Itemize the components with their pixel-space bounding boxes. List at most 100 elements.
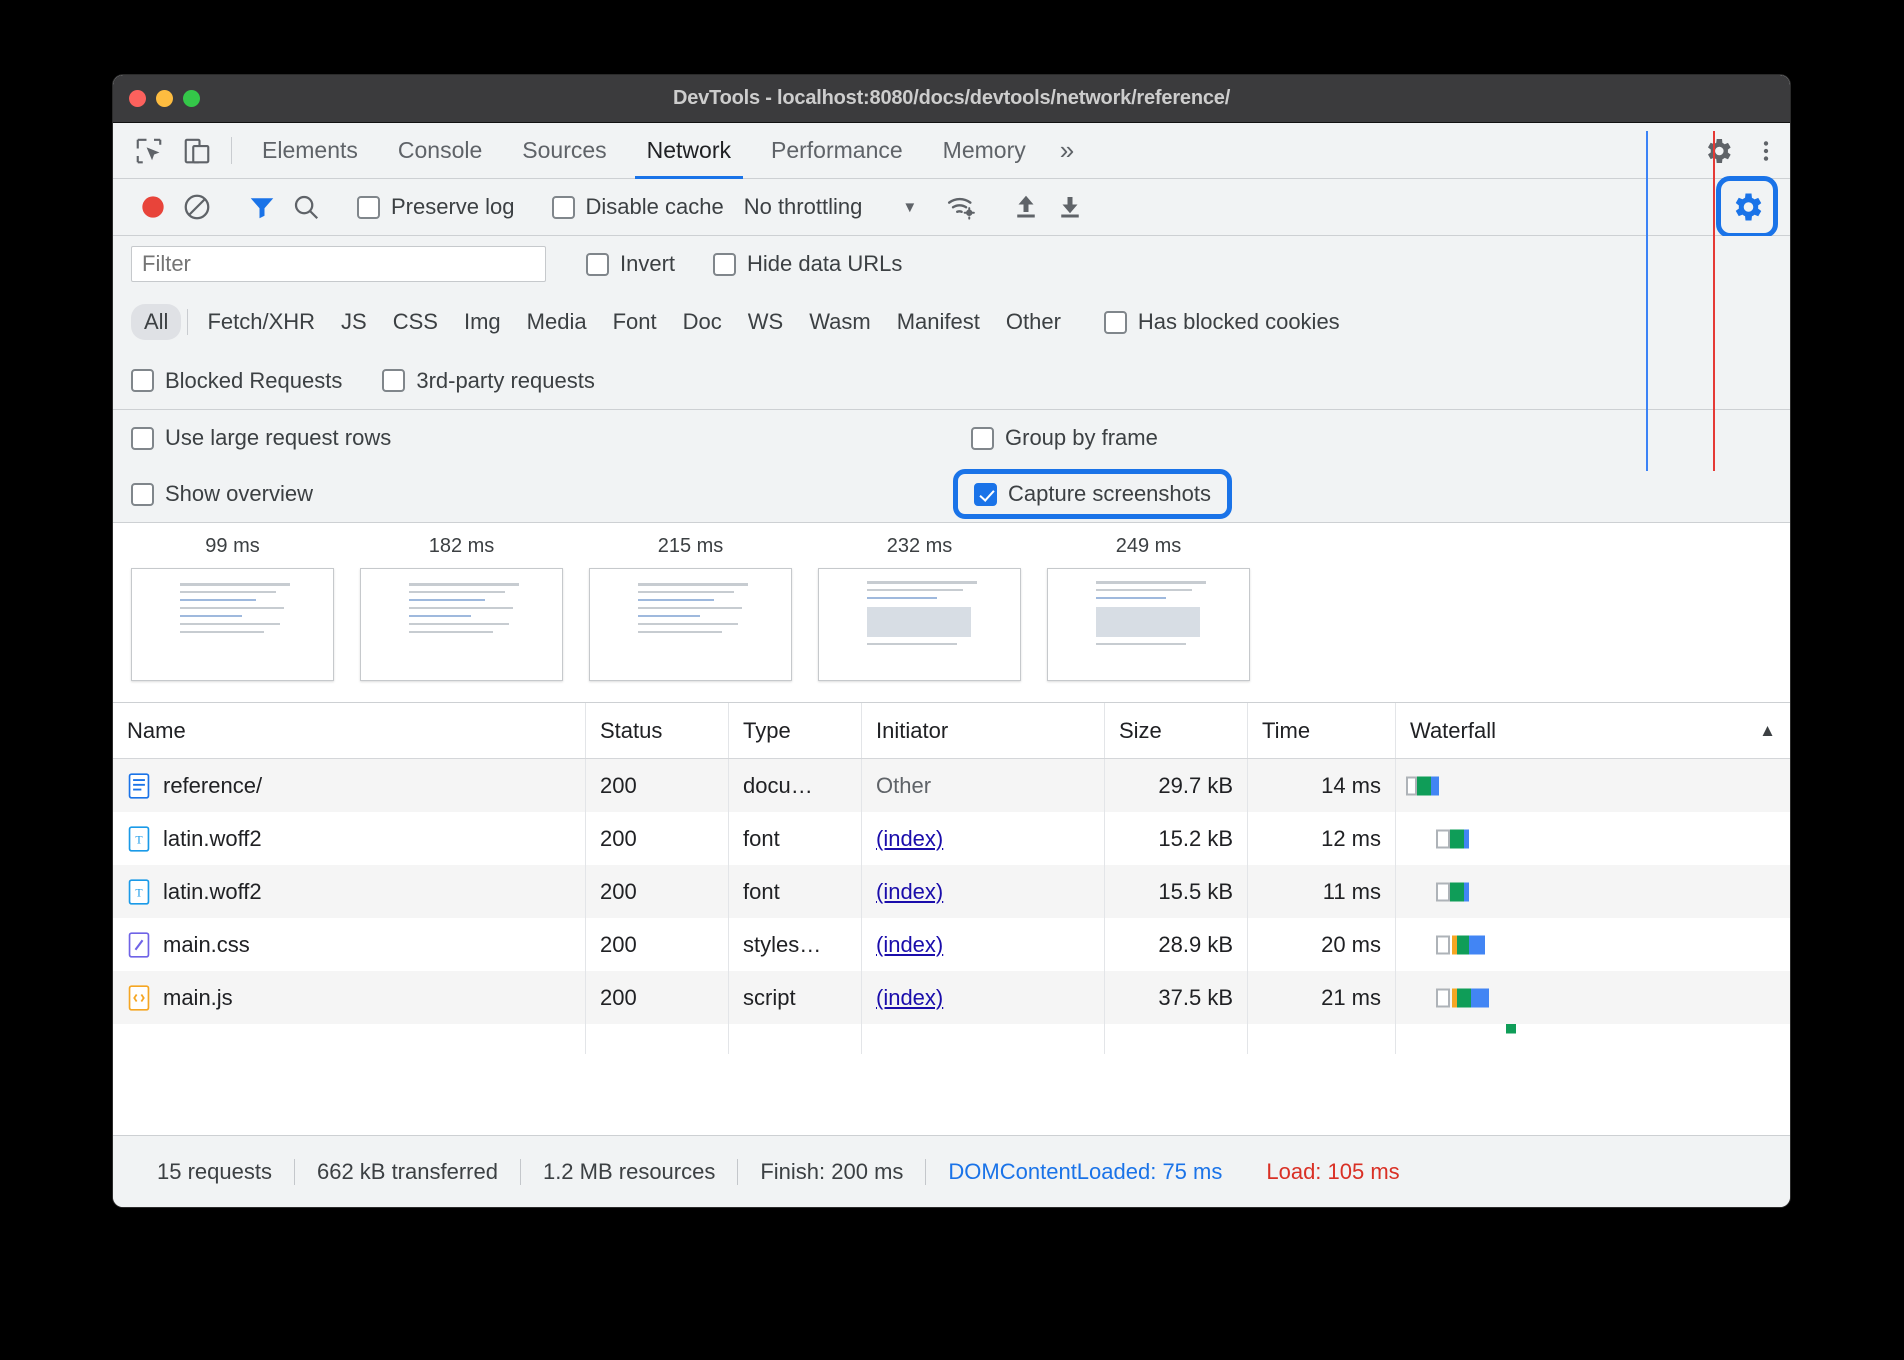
hide-data-urls-label: Hide data URLs (747, 251, 902, 277)
table-row[interactable]: main.js 200 script (index) 37.5 kB 21 ms (113, 971, 1790, 1024)
group-by-frame-checkbox[interactable]: Group by frame (971, 425, 1158, 451)
cell-status: 200 (586, 971, 729, 1024)
initiator-link[interactable]: (index) (876, 932, 943, 958)
checkbox-box (1104, 311, 1127, 334)
preserve-log-checkbox[interactable]: Preserve log (357, 194, 515, 220)
cell-type: docu… (729, 759, 862, 812)
cell-status: 200 (586, 812, 729, 865)
initiator-link[interactable]: (index) (876, 985, 943, 1011)
filmstrip-thumbnail[interactable] (131, 568, 334, 681)
maximize-window-button[interactable] (183, 90, 200, 107)
column-header-name[interactable]: Name (113, 703, 586, 758)
status-domcontentloaded: DOMContentLoaded: 75 ms (926, 1159, 1244, 1185)
type-filter-ws[interactable]: WS (735, 304, 796, 340)
import-har-icon[interactable] (1004, 185, 1048, 229)
type-filter-wasm[interactable]: Wasm (796, 304, 884, 340)
type-filter-js[interactable]: JS (328, 304, 380, 340)
show-overview-checkbox[interactable]: Show overview (131, 481, 971, 507)
initiator-link[interactable]: (index) (876, 826, 943, 852)
tab-elements[interactable]: Elements (242, 123, 378, 178)
search-icon[interactable] (284, 185, 328, 229)
request-name: main.css (163, 932, 250, 958)
third-party-requests-checkbox[interactable]: 3rd-party requests (382, 368, 595, 394)
type-filter-fetch-xhr[interactable]: Fetch/XHR (194, 304, 328, 340)
type-filter-css[interactable]: CSS (380, 304, 451, 340)
initiator-link[interactable]: (index) (876, 879, 943, 905)
devtools-window: DevTools - localhost:8080/docs/devtools/… (113, 75, 1790, 1207)
checkbox-box (552, 196, 575, 219)
tab-console[interactable]: Console (378, 123, 502, 178)
window-titlebar: DevTools - localhost:8080/docs/devtools/… (113, 75, 1790, 123)
has-blocked-cookies-checkbox[interactable]: Has blocked cookies (1104, 309, 1340, 335)
checkbox-box (131, 369, 154, 392)
type-filter-manifest[interactable]: Manifest (884, 304, 993, 340)
checkbox-box (131, 427, 154, 450)
svg-text:T: T (135, 885, 143, 899)
type-filter-doc[interactable]: Doc (670, 304, 735, 340)
filmstrip-frame[interactable]: 99 ms (131, 535, 334, 681)
filmstrip-frame[interactable]: 215 ms (589, 535, 792, 681)
capture-screenshots-highlight: Capture screenshots (953, 469, 1232, 519)
settings-col-left-1: Use large request rows (131, 425, 971, 451)
filmstrip-thumbnail[interactable] (360, 568, 563, 681)
checkbox-box (971, 427, 994, 450)
cell-size (1105, 1024, 1248, 1054)
column-header-time[interactable]: Time (1248, 703, 1396, 758)
cell-type: font (729, 865, 862, 918)
filter-funnel-icon[interactable] (240, 185, 284, 229)
table-row[interactable]: main.css 200 styles… (index) 28.9 kB 20 … (113, 918, 1790, 971)
filmstrip-frame[interactable]: 232 ms (818, 535, 1021, 681)
column-header-type[interactable]: Type (729, 703, 862, 758)
column-header-waterfall[interactable]: Waterfall ▲ (1396, 703, 1790, 758)
column-header-size[interactable]: Size (1105, 703, 1248, 758)
tab-label: Performance (771, 137, 903, 164)
tab-network[interactable]: Network (627, 123, 751, 178)
type-filter-img[interactable]: Img (451, 304, 514, 340)
column-header-status[interactable]: Status (586, 703, 729, 758)
tab-sources[interactable]: Sources (502, 123, 626, 178)
search-input[interactable] (131, 246, 546, 282)
settings-col-left-2: Show overview (131, 481, 971, 507)
column-header-initiator[interactable]: Initiator (862, 703, 1105, 758)
throttling-select[interactable]: No throttling (744, 194, 863, 220)
chevron-down-icon[interactable]: ▼ (902, 199, 917, 216)
gear-icon[interactable] (1694, 135, 1742, 167)
filmstrip-thumbnail[interactable] (818, 568, 1021, 681)
more-tabs-button[interactable]: » (1046, 123, 1088, 178)
status-load: Load: 105 ms (1244, 1159, 1421, 1185)
tab-performance[interactable]: Performance (751, 123, 923, 178)
filmstrip-thumbnail[interactable] (1047, 568, 1250, 681)
type-filter-other[interactable]: Other (993, 304, 1074, 340)
record-stop-icon[interactable] (131, 185, 175, 229)
hide-data-urls-checkbox[interactable]: Hide data URLs (713, 251, 902, 277)
minimize-window-button[interactable] (156, 90, 173, 107)
window-controls[interactable] (129, 90, 200, 107)
disable-cache-label: Disable cache (586, 194, 724, 220)
table-row[interactable]: T latin.woff2 200 font (index) 15.2 kB 1… (113, 812, 1790, 865)
table-header-row: Name Status Type Initiator Size Time Wat… (113, 703, 1790, 759)
network-conditions-icon[interactable] (939, 185, 983, 229)
device-toolbar-icon[interactable] (173, 123, 221, 178)
filmstrip-frame[interactable]: 249 ms (1047, 535, 1250, 681)
capture-screenshots-checkbox[interactable]: Capture screenshots (974, 481, 1211, 507)
tab-memory[interactable]: Memory (923, 123, 1046, 178)
invert-checkbox[interactable]: Invert (586, 251, 675, 277)
sort-ascending-icon[interactable]: ▲ (1759, 721, 1776, 741)
inspect-element-icon[interactable] (125, 123, 173, 178)
table-row[interactable]: T latin.woff2 200 font (index) 15.5 kB 1… (113, 865, 1790, 918)
close-window-button[interactable] (129, 90, 146, 107)
kebab-menu-icon[interactable] (1742, 136, 1790, 166)
table-row[interactable]: reference/ 200 docu… Other 29.7 kB 14 ms (113, 759, 1790, 812)
blocked-requests-checkbox[interactable]: Blocked Requests (131, 368, 342, 394)
type-filter-media[interactable]: Media (514, 304, 600, 340)
export-har-icon[interactable] (1048, 185, 1092, 229)
disable-cache-checkbox[interactable]: Disable cache (552, 194, 724, 220)
cell-status: 200 (586, 865, 729, 918)
filmstrip-frame[interactable]: 182 ms (360, 535, 563, 681)
filmstrip-thumbnail[interactable] (589, 568, 792, 681)
clear-icon[interactable] (175, 185, 219, 229)
use-large-request-rows-checkbox[interactable]: Use large request rows (131, 425, 971, 451)
network-settings-button[interactable] (1716, 176, 1778, 238)
type-filter-all[interactable]: All (131, 304, 181, 340)
type-filter-font[interactable]: Font (600, 304, 670, 340)
